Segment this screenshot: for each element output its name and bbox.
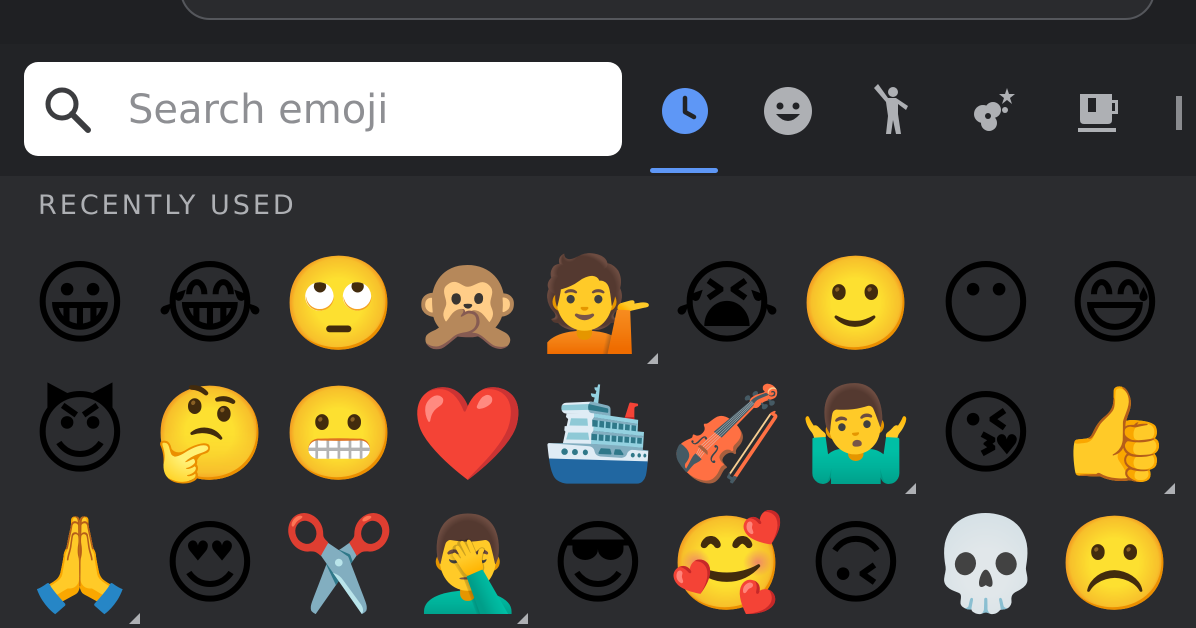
- emoji-cell[interactable]: ❤️: [404, 370, 532, 498]
- coffee-icon: [1066, 94, 1128, 146]
- skin-tone-marker: [647, 353, 658, 364]
- emoji-glyph: 🙏: [22, 510, 138, 617]
- emoji-cell[interactable]: 😎: [534, 500, 662, 628]
- emoji-glyph: 🙊: [410, 250, 526, 357]
- emoji-cell[interactable]: 😬: [275, 370, 403, 498]
- search-icon: [40, 82, 96, 138]
- tab-people[interactable]: [860, 80, 922, 142]
- tab-recent[interactable]: [654, 80, 716, 142]
- skin-tone-marker: [905, 483, 916, 494]
- smiley-icon: [757, 87, 819, 146]
- emoji-cell[interactable]: 😶: [922, 240, 1050, 368]
- emoji-cell[interactable]: 😈: [16, 370, 144, 498]
- emoji-cell[interactable]: 💁: [534, 240, 662, 368]
- emoji-cell[interactable]: 🙃: [792, 500, 920, 628]
- top-bar: [0, 0, 1196, 44]
- emoji-glyph: ❤️: [410, 380, 526, 487]
- emoji-cell[interactable]: 👍: [1051, 370, 1179, 498]
- emoji-cell[interactable]: 🙏: [16, 500, 144, 628]
- emoji-glyph: 😅: [1067, 250, 1163, 357]
- emoji-glyph: 😀: [32, 250, 128, 357]
- emoji-cell[interactable]: 🎻: [663, 370, 791, 498]
- section-title: RECENTLY USED: [38, 190, 297, 221]
- emoji-glyph: 😶: [938, 250, 1034, 357]
- emoji-glyph: 💁: [540, 250, 656, 357]
- tab-nature[interactable]: [963, 80, 1025, 142]
- emoji-cell[interactable]: 💀: [922, 500, 1050, 628]
- emoji-glyph: 😈: [32, 380, 128, 487]
- emoji-glyph: 🎻: [669, 380, 785, 487]
- emoji-cell[interactable]: ✂️: [275, 500, 403, 628]
- person-icon: [860, 84, 922, 146]
- search-input[interactable]: [128, 80, 598, 140]
- emoji-cell[interactable]: 😅: [1051, 240, 1179, 368]
- emoji-glyph: 🙃: [808, 510, 904, 617]
- emoji-glyph: 👍: [1057, 380, 1173, 487]
- emoji-glyph: 🤦‍♂️: [410, 510, 526, 617]
- emoji-glyph: 😂: [156, 250, 264, 357]
- emoji-cell[interactable]: 🙂: [792, 240, 920, 368]
- flower-icon: [963, 88, 1025, 146]
- emoji-cell[interactable]: 😘: [922, 370, 1050, 498]
- emoji-glyph: 😎: [550, 510, 646, 617]
- emoji-cell[interactable]: 😭: [663, 240, 791, 368]
- emoji-grid: 😀 😂 🙄 🙊 💁 😭 🙂 😶 😅 😈 🤔 😬 ❤️ 🛳️ 🎻 🤷‍♂️ 😘 👍…: [0, 240, 1196, 628]
- emoji-glyph: 😭: [673, 250, 781, 357]
- skin-tone-marker: [1164, 483, 1175, 494]
- emoji-glyph: 😘: [938, 380, 1034, 487]
- emoji-cell[interactable]: 🤔: [146, 370, 274, 498]
- emoji-glyph: ☹️: [1057, 510, 1173, 617]
- tab-smileys[interactable]: [757, 80, 819, 142]
- tab-overflow-edge: [1176, 96, 1182, 130]
- clock-icon: [654, 88, 716, 146]
- emoji-glyph: 🤔: [152, 380, 268, 487]
- emoji-glyph: 🥰: [669, 510, 785, 617]
- emoji-cell[interactable]: 🥰: [663, 500, 791, 628]
- message-field-edge[interactable]: [180, 0, 1155, 20]
- emoji-cell[interactable]: 🛳️: [534, 370, 662, 498]
- emoji-glyph: 😍: [162, 510, 258, 617]
- emoji-glyph: 🙂: [798, 250, 914, 357]
- emoji-cell[interactable]: 😍: [146, 500, 274, 628]
- emoji-cell[interactable]: 😀: [16, 240, 144, 368]
- skin-tone-marker: [129, 613, 140, 624]
- emoji-cell[interactable]: 🤦‍♂️: [404, 500, 532, 628]
- emoji-glyph: 🤷‍♂️: [798, 380, 914, 487]
- emoji-cell[interactable]: 🙊: [404, 240, 532, 368]
- emoji-glyph: 🛳️: [540, 380, 656, 487]
- emoji-glyph: 💀: [928, 510, 1044, 617]
- emoji-glyph: ✂️: [281, 510, 397, 617]
- skin-tone-marker: [517, 613, 528, 624]
- emoji-cell[interactable]: 🤷‍♂️: [792, 370, 920, 498]
- active-tab-indicator: [650, 168, 718, 173]
- tab-food[interactable]: [1066, 80, 1128, 142]
- emoji-glyph: 🙄: [281, 250, 397, 357]
- emoji-cell[interactable]: 🙄: [275, 240, 403, 368]
- emoji-glyph: 😬: [281, 380, 397, 487]
- emoji-cell[interactable]: ☹️: [1051, 500, 1179, 628]
- emoji-cell[interactable]: 😂: [146, 240, 274, 368]
